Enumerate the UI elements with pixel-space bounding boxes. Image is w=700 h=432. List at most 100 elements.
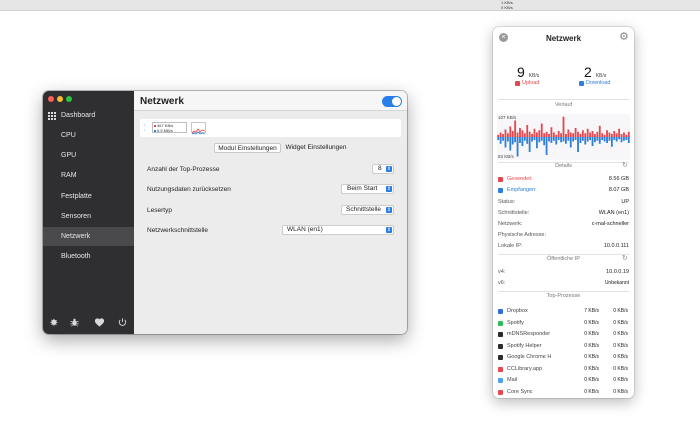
download-unit: KB/s [595, 73, 607, 79]
sidebar-item-label: CPU [61, 132, 76, 139]
download-bar [562, 137, 565, 142]
process-download: 0 KB/s [613, 354, 628, 360]
public-ip-key: v4: [498, 269, 506, 275]
tab-modul-einstellungen[interactable]: Modul Einstellungen [214, 143, 281, 153]
process-download: 0 KB/s [613, 331, 628, 337]
settings-window: Dashboard CPU GPU RAM Festplatte Sensore… [43, 91, 407, 334]
sidebar-item-netzwerk[interactable]: Netzwerk [43, 227, 134, 246]
sidebar-item-label: Sensoren [61, 213, 91, 220]
tab-widget-einstellungen[interactable]: Widget Einstellungen [282, 143, 350, 153]
select-value: Beim Start [347, 185, 378, 192]
sidebar-item-sensoren[interactable]: Sensoren [43, 207, 134, 226]
module-enable-toggle[interactable] [382, 96, 402, 107]
section-top-processes: Top-Prozesse [546, 293, 581, 299]
reset-usage-select[interactable]: Beim Start ⇕ [341, 184, 394, 194]
upload-bar [550, 127, 553, 137]
refresh-icon[interactable]: ↻ [622, 255, 628, 262]
download-bar [531, 137, 533, 142]
download-bar [519, 137, 521, 143]
menubar-network-speed[interactable]: 1 KB/s 0 KB/s [501, 0, 513, 10]
sidebar-item-gpu[interactable]: GPU [43, 146, 134, 165]
download-bar [586, 137, 589, 142]
detail-key: Gesendet: [507, 176, 533, 182]
process-download: 0 KB/s [613, 308, 628, 314]
download-bar [608, 137, 611, 141]
upload-bar [596, 131, 599, 137]
upload-bar [543, 133, 546, 137]
gear-icon[interactable]: ⚙ [619, 32, 629, 43]
upload-bar [577, 131, 579, 137]
process-upload: 0 KB/s [584, 365, 599, 372]
sent-color-icon [498, 177, 503, 182]
power-icon[interactable] [117, 317, 128, 328]
upload-bar [509, 126, 512, 137]
sidebar-item-festplatte[interactable]: Festplatte [43, 187, 134, 206]
popup-title: Netzwerk [545, 34, 582, 43]
sidebar-item-label: Dashboard [61, 112, 96, 119]
window-zoom-button[interactable] [66, 96, 72, 102]
download-bar [557, 137, 560, 140]
download-bar [569, 137, 572, 148]
download-bar [574, 137, 577, 140]
upload-bar [567, 129, 570, 137]
network-popup: × Netzwerk ⚙ 9 KB/s Upload 2 KB/s Downlo… [493, 27, 634, 398]
process-upload: 0 KB/s [584, 342, 599, 349]
refresh-icon[interactable]: ↻ [622, 162, 628, 169]
reader-type-select[interactable]: Schnittstelle ⇕ [341, 205, 394, 215]
upload-bar [502, 134, 504, 137]
upload-bar [574, 128, 577, 137]
download-bar [552, 137, 555, 141]
upload-bar [535, 132, 538, 137]
process-name: Spotify [507, 319, 524, 326]
upload-bar [625, 134, 628, 137]
section-details: Details [555, 163, 572, 169]
settings-content: Netzwerk ↑ ↓ 467 KB/s 6.5 MB/s Modul Eins… [134, 91, 407, 334]
sidebar-item-bluetooth[interactable]: Bluetooth [43, 247, 134, 266]
upload-bar [504, 129, 507, 137]
download-bar [516, 137, 519, 157]
detail-value: WLAN (en1) [598, 210, 629, 216]
sidebar-item-cpu[interactable]: CPU [43, 126, 134, 145]
received-color-icon [498, 188, 503, 193]
download-bar [523, 137, 526, 141]
upload-bar [618, 128, 621, 137]
gear-icon[interactable] [48, 317, 59, 328]
download-dot-icon [154, 130, 156, 132]
upload-unit: KB/s [528, 73, 540, 79]
heart-support-icon[interactable] [94, 317, 105, 328]
upload-bar [591, 131, 594, 137]
top-processes-select[interactable]: 8 ⇕ [372, 164, 394, 174]
bug-icon[interactable] [69, 317, 80, 328]
process-name: Spotify Helper [507, 342, 542, 349]
download-bar [533, 137, 536, 140]
sidebar-item-dashboard[interactable]: Dashboard [43, 106, 134, 125]
process-upload: 0 KB/s [584, 331, 599, 337]
detail-key: Empfangen: [507, 187, 537, 193]
download-bar [504, 137, 507, 148]
chevron-updown-icon: ⇕ [386, 186, 392, 192]
upload-bar [579, 134, 582, 137]
arrow-up-down-icon: ↑ ↓ [143, 122, 145, 132]
sidebar-item-ram[interactable]: RAM [43, 166, 134, 185]
upload-bar [615, 133, 618, 137]
detail-key: Status: [498, 199, 516, 205]
network-interface-select[interactable]: WLAN (en1) ⇕ [282, 225, 394, 235]
window-minimize-button[interactable] [57, 96, 63, 102]
speed-preview: 467 KB/s 6.5 MB/s [152, 122, 187, 133]
upload-bar [627, 131, 630, 137]
app-icon [498, 378, 503, 383]
download-bar [613, 137, 616, 140]
download-bar [548, 137, 550, 142]
detail-value: c-mal-schneller [591, 221, 629, 227]
process-download: 0 KB/s [613, 342, 628, 349]
upload-bar [555, 134, 558, 137]
process-name: Dropbox [507, 308, 528, 314]
upload-bar [519, 128, 521, 137]
app-icon [498, 343, 503, 349]
window-close-button[interactable] [48, 96, 54, 102]
download-bar [567, 137, 570, 141]
download-bar [594, 137, 596, 143]
download-caption: Download [586, 80, 611, 86]
download-number: 2 [584, 64, 592, 80]
download-bar [509, 137, 512, 151]
